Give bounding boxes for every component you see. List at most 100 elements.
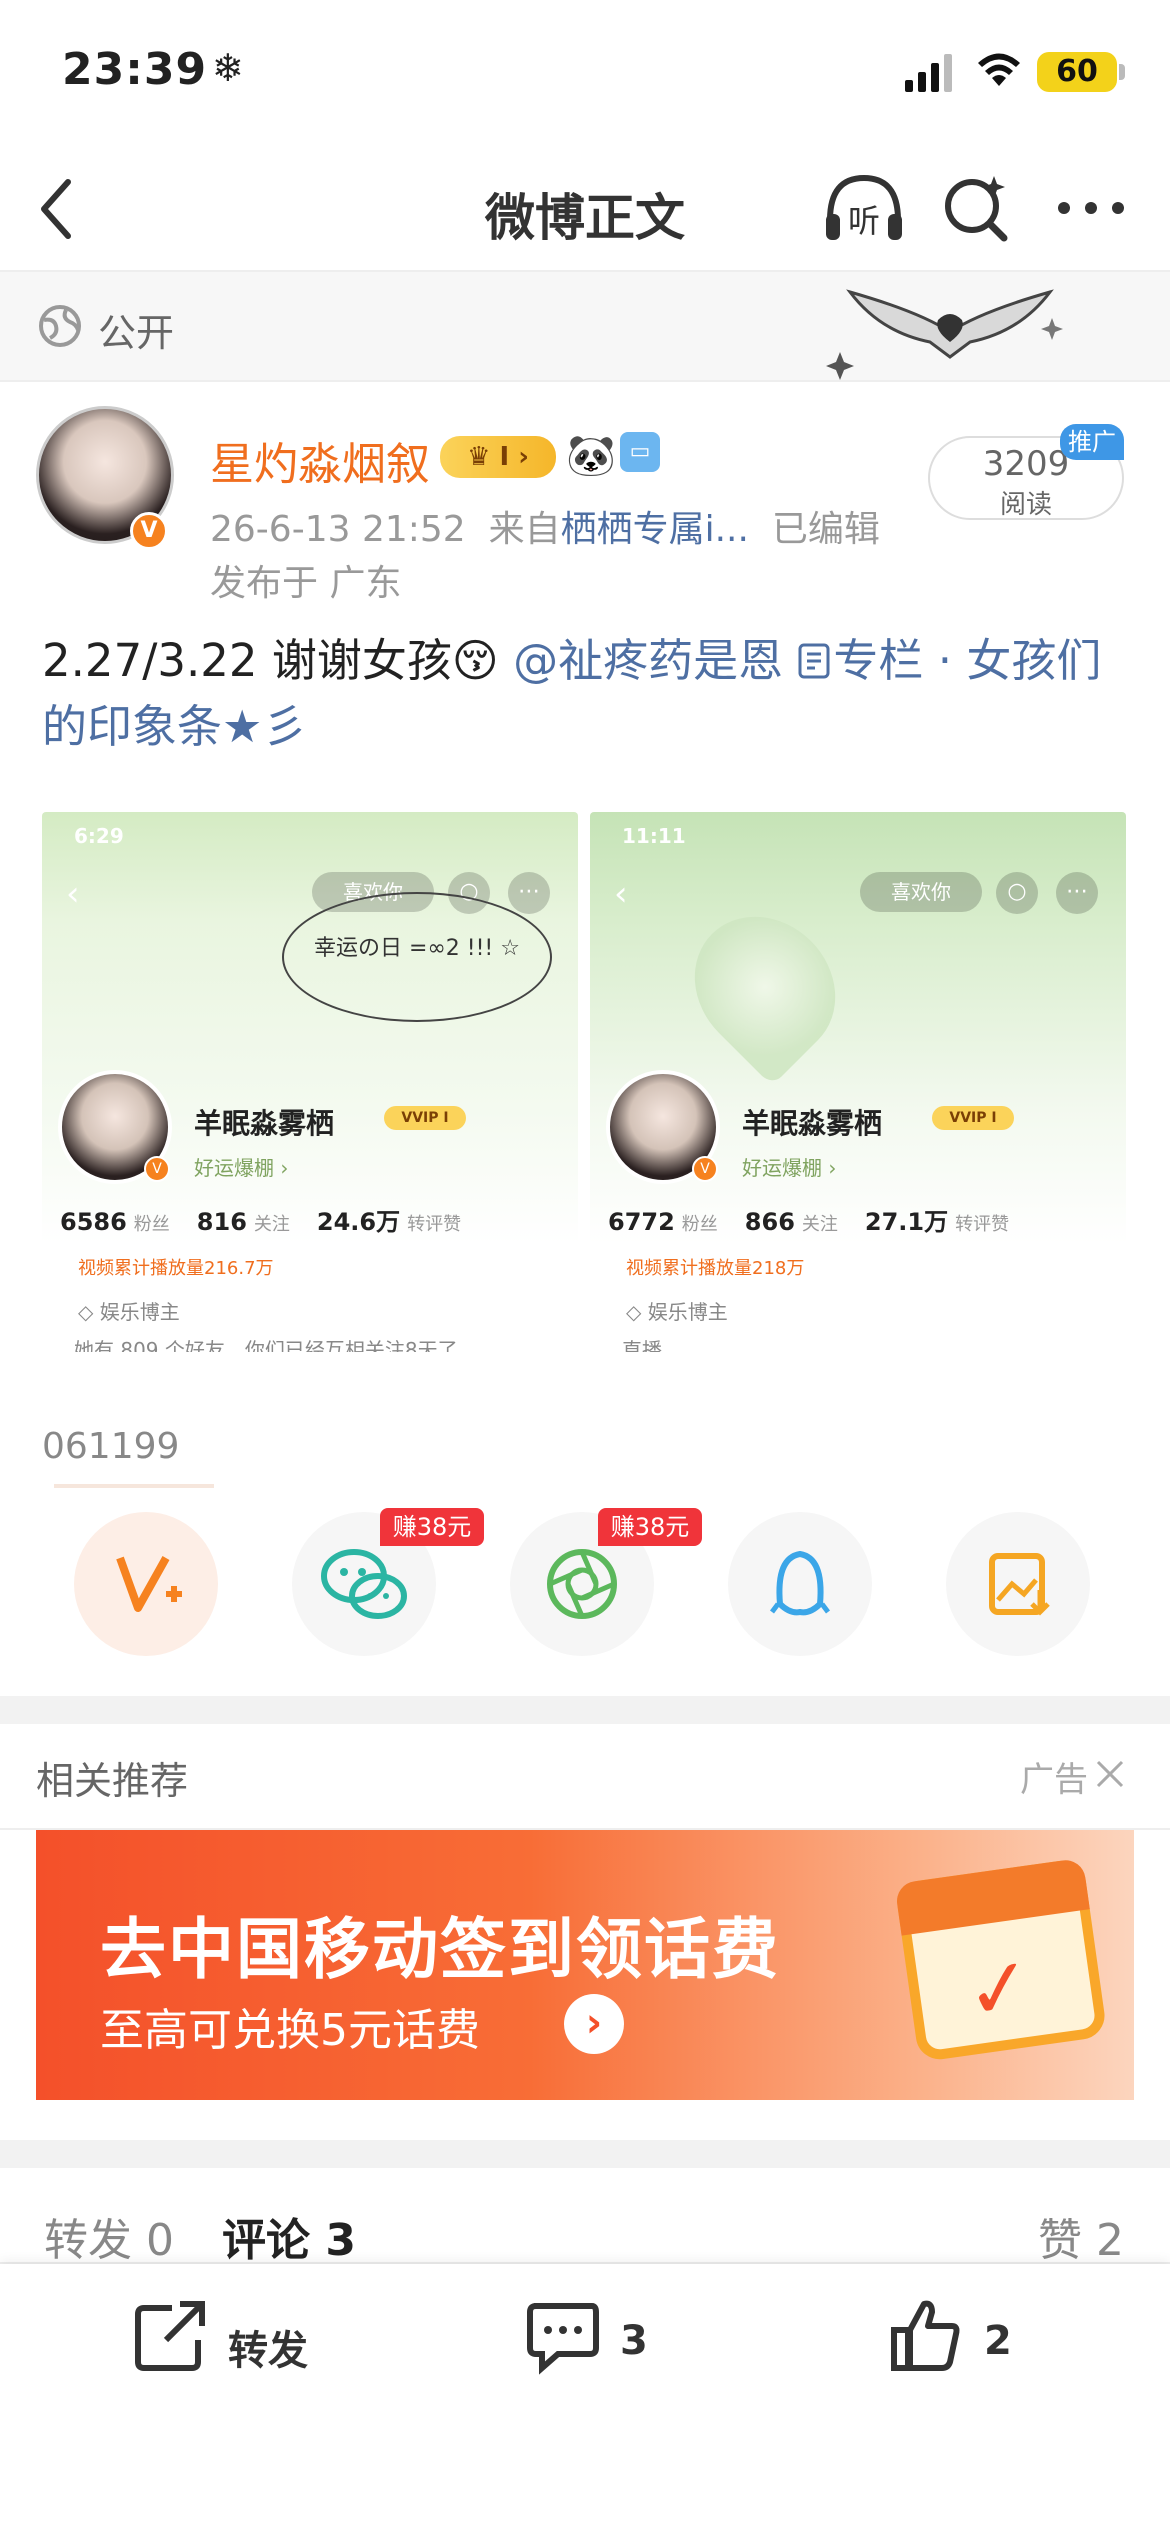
tv-icon: ▭ <box>620 432 660 472</box>
image-status-time: 6:29 <box>74 824 124 848</box>
globe-icon <box>39 305 81 347</box>
image-fortune: 好运爆棚 › <box>194 1156 289 1180</box>
nav-bar: 微博正文 听 <box>0 150 1170 272</box>
post-location: 发布于 广东 <box>210 563 402 604</box>
battery-indicator: 60 <box>1037 52 1117 92</box>
calendar-header <box>894 1857 1090 1936</box>
image-username: 羊眠淼雾栖 <box>742 1107 883 1140</box>
share-weibo-button[interactable] <box>74 1512 218 1656</box>
edited-label[interactable]: 已编辑 <box>772 509 880 550</box>
save-image-button[interactable] <box>946 1512 1090 1656</box>
author-name[interactable]: 星灼淼烟叙 <box>210 428 430 492</box>
image-views: 视频累计播放量216.7万 <box>78 1258 274 1279</box>
verified-badge-icon: V <box>130 512 168 550</box>
comment-count[interactable]: 3 <box>620 2318 648 2364</box>
follow-label: 关注 <box>801 1214 838 1235</box>
image-role: ◇ 娱乐博主 <box>626 1300 728 1324</box>
fans-label: 粉丝 <box>681 1214 718 1235</box>
chain-heart-decoration <box>826 289 1063 380</box>
post-body: 2.27/3.22 谢谢女孩 <box>42 634 452 687</box>
wifi-icon <box>978 53 1020 86</box>
visibility-row: 公开 <box>0 272 1170 382</box>
battery-tip <box>1119 64 1125 80</box>
ad-banner[interactable]: 去中国移动签到领话费 至高可兑换5元话费 › ✓ <box>36 1830 1134 2100</box>
fans-count: 6586 <box>60 1208 127 1236</box>
likes-label: 转评赞 <box>407 1214 462 1235</box>
banner-headline: 去中国移动签到领话费 <box>100 1911 780 1988</box>
image-verified-icon: V <box>144 1156 170 1182</box>
calendar-icon: ✓ <box>894 1857 1108 2063</box>
article-icon <box>798 643 830 679</box>
image-role: ◇ 娱乐博主 <box>78 1300 180 1324</box>
image-cut-text: 她有 809 个好友，你们已经互相关注8天了 <box>74 1338 458 1352</box>
earn-badge: 赚38元 <box>380 1508 484 1546</box>
status-bar: 23:39 ❄ 60 <box>0 0 1170 150</box>
comment-icon[interactable] <box>524 2296 602 2376</box>
related-title: 相关推荐 <box>36 1759 189 1803</box>
image-status-time: 11:11 <box>622 824 686 848</box>
level-text: I <box>499 442 510 472</box>
image-more-icon: ⋯ <box>508 872 550 914</box>
status-time: 23:39 <box>62 44 208 95</box>
weibo-post-screen: { "status_bar": {"time": "23:39", "weath… <box>0 0 1170 2532</box>
like-thumb-icon[interactable] <box>886 2296 964 2376</box>
share-qq-button[interactable] <box>728 1512 872 1656</box>
speech-bubble: 幸运の日 =∞2 !!! ☆ <box>282 892 552 1022</box>
svg-text:听: 听 <box>848 202 880 240</box>
follow-count: 816 <box>196 1208 247 1236</box>
likes-label: 转评赞 <box>955 1214 1010 1235</box>
image-back-icon: ‹ <box>66 874 80 914</box>
snowflake-icon: ❄ <box>212 46 244 90</box>
image-more-icon: ⋯ <box>1056 872 1098 914</box>
likes-count: 27.1万 <box>864 1208 949 1236</box>
image-caption: 061199 <box>42 1426 180 1467</box>
likes-count: 24.6万 <box>316 1208 401 1236</box>
save-image-icon <box>989 1553 1050 1616</box>
image-stats: 6586 粉丝 816 关注 24.6万 转评赞 <box>60 1202 481 1237</box>
mention-link[interactable]: @祉疼药是恩 <box>513 634 783 687</box>
caption-underline <box>54 1484 214 1488</box>
image-views: 视频累计播放量218万 <box>626 1258 805 1279</box>
image-stats: 6772 粉丝 866 关注 27.1万 转评赞 <box>608 1202 1029 1237</box>
earn-badge: 赚38元 <box>598 1508 702 1546</box>
repost-label[interactable]: 转发 <box>228 2318 308 2376</box>
image-vip-badge: VVIP I <box>932 1106 1014 1130</box>
read-label: 阅读 <box>999 490 1052 520</box>
weibo-v-plus-icon <box>116 1556 182 1612</box>
close-icon[interactable] <box>1094 1758 1126 1790</box>
signal-icon <box>905 54 952 92</box>
post-image-1[interactable]: 6:29 ‹ 喜欢你 ○ ⋯ 幸运の日 =∞2 !!! ☆ V 羊眠淼雾栖 VV… <box>42 812 578 1352</box>
member-level-badge: ♛ I › <box>440 436 556 478</box>
search-icon[interactable] <box>940 170 1012 246</box>
fans-label: 粉丝 <box>133 1214 170 1235</box>
post-image-2[interactable]: 11:11 ‹ 喜欢你 ○ ⋯ V 羊眠淼雾栖 VVIP I 好运爆棚 › 67… <box>590 812 1126 1352</box>
repost-icon[interactable] <box>132 2296 208 2376</box>
section-divider <box>0 2140 1170 2168</box>
follow-count: 866 <box>744 1208 795 1236</box>
section-divider <box>0 1696 1170 1724</box>
source-prefix: 来自 <box>488 509 561 550</box>
follow-label: 关注 <box>253 1214 290 1235</box>
headphone-listen-icon[interactable]: 听 <box>822 168 906 248</box>
qq-icon <box>770 1550 830 1616</box>
like-count[interactable]: 2 <box>984 2318 1012 2364</box>
role-text: 娱乐博主 <box>99 1300 180 1324</box>
image-username: 羊眠淼雾栖 <box>194 1107 335 1140</box>
promo-badge[interactable]: 推广 <box>1060 424 1124 460</box>
image-cut-text: 直播 <box>622 1338 662 1352</box>
chevron-right-icon: › <box>564 1994 624 2054</box>
more-icon[interactable] <box>1056 200 1126 216</box>
post-source[interactable]: 栖栖专属i... <box>561 509 749 550</box>
post-emoji: 😚 <box>451 634 499 687</box>
lace-heart-decoration <box>666 888 864 1086</box>
check-icon: ✓ <box>959 1938 1040 2040</box>
image-fortune: 好运爆棚 › <box>742 1156 837 1180</box>
post-text: 2.27/3.22 谢谢女孩😚 @祉疼药是恩 专栏 · 女孩们的印象条★彡 <box>42 628 1132 760</box>
role-text: 娱乐博主 <box>647 1300 728 1324</box>
ad-label: 广告 <box>1020 1760 1088 1800</box>
visibility-label: 公开 <box>98 311 175 355</box>
image-vip-badge: VVIP I <box>384 1106 466 1130</box>
image-like-pill: 喜欢你 <box>860 872 982 912</box>
banner-subtitle: 至高可兑换5元话费 <box>100 2005 480 2056</box>
image-verified-icon: V <box>692 1156 718 1182</box>
